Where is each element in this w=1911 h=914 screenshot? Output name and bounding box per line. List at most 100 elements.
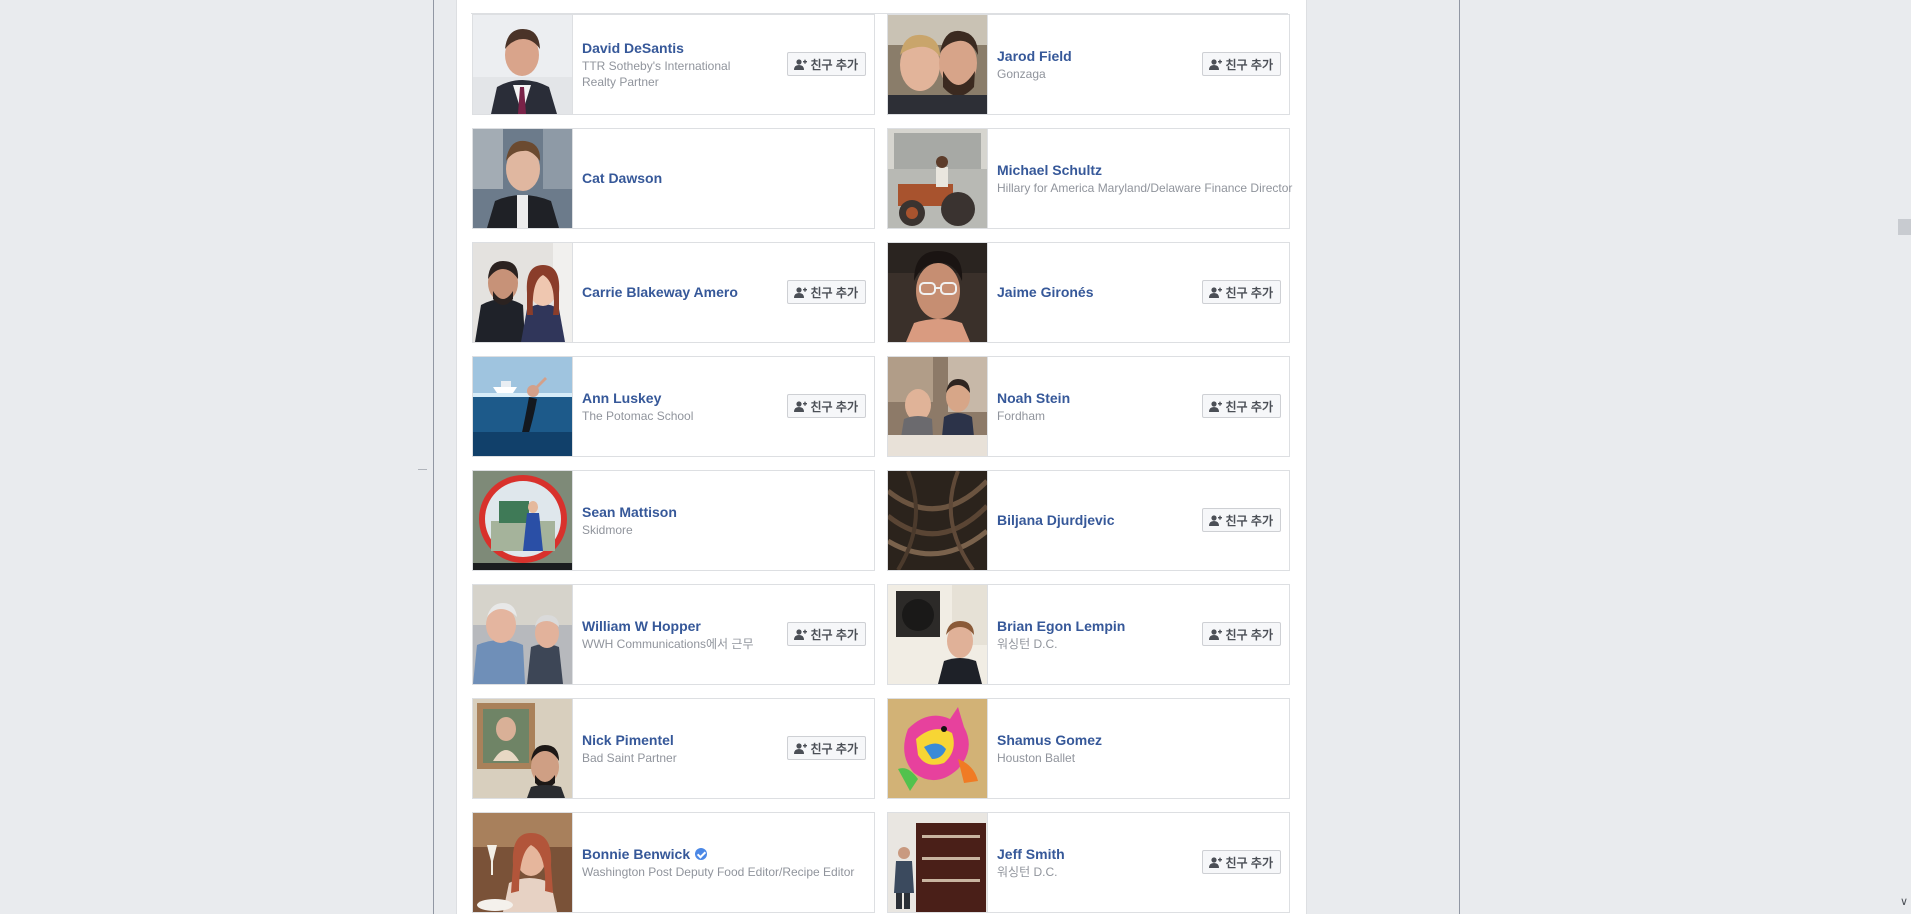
friend-name-link[interactable]: Biljana Djurdjevic xyxy=(997,512,1114,529)
add-friend-button[interactable]: 친구 추가 xyxy=(786,622,866,646)
add-friend-button[interactable]: 친구 추가 xyxy=(1201,622,1281,646)
friend-info: Sean Mattison Skidmore xyxy=(582,471,864,570)
add-friend-icon xyxy=(1208,400,1222,412)
friend-name-row: Shamus Gomez xyxy=(997,732,1279,749)
profile-photo[interactable] xyxy=(473,357,573,456)
profile-photo[interactable] xyxy=(473,699,573,798)
friend-name-link[interactable]: Jarod Field xyxy=(997,48,1072,65)
profile-photo[interactable] xyxy=(888,243,988,342)
profile-photo[interactable] xyxy=(473,15,573,114)
friend-card: Bonnie Benwick Washington Post Deputy Foo… xyxy=(472,812,875,913)
friend-name-link[interactable]: Shamus Gomez xyxy=(997,732,1102,749)
profile-photo[interactable] xyxy=(888,357,988,456)
profile-photo[interactable] xyxy=(473,813,573,912)
friend-card: Cat Dawson xyxy=(472,128,875,229)
profile-photo[interactable] xyxy=(473,129,573,228)
profile-photo-image xyxy=(888,243,987,342)
friend-info: William W Hopper WWH Communications에서 근무 xyxy=(582,585,764,684)
add-friend-button[interactable]: 친구 추가 xyxy=(1201,280,1281,304)
friend-card: Nick Pimentel Bad Saint Partner 친구 추가 xyxy=(472,698,875,799)
friend-name-row: Sean Mattison xyxy=(582,504,864,521)
friend-name-row: William W Hopper xyxy=(582,618,764,635)
friend-info: David DeSantis TTR Sotheby's Internationa… xyxy=(582,15,764,114)
friend-name-link[interactable]: William W Hopper xyxy=(582,618,701,635)
profile-photo[interactable] xyxy=(888,129,988,228)
profile-photo[interactable] xyxy=(888,471,988,570)
profile-photo-image xyxy=(473,15,572,114)
profile-photo-image xyxy=(888,699,987,798)
profile-photo-image xyxy=(888,585,987,684)
profile-photo-image xyxy=(888,471,987,570)
profile-photo-image xyxy=(473,357,572,456)
profile-photo-image xyxy=(473,813,572,912)
friend-card: Carrie Blakeway Amero 친구 추가 xyxy=(472,242,875,343)
add-friend-button[interactable]: 친구 추가 xyxy=(1201,394,1281,418)
add-friend-button[interactable]: 친구 추가 xyxy=(1201,508,1281,532)
profile-photo[interactable] xyxy=(888,699,988,798)
friend-info: Nick Pimentel Bad Saint Partner xyxy=(582,699,764,798)
friend-name-row: Jeff Smith xyxy=(997,846,1179,863)
profile-photo[interactable] xyxy=(888,813,988,912)
add-friend-icon xyxy=(793,628,807,640)
profile-photo[interactable] xyxy=(473,471,573,570)
friend-card: Sean Mattison Skidmore xyxy=(472,470,875,571)
friend-name-link[interactable]: Bonnie Benwick xyxy=(582,846,690,863)
friend-name-link[interactable]: Ann Luskey xyxy=(582,390,661,407)
friend-subtitle: 워싱턴 D.C. xyxy=(997,864,1058,879)
scroll-down-arrow-icon[interactable]: ∨ xyxy=(1900,896,1908,908)
add-friend-icon xyxy=(1208,58,1222,70)
profile-photo[interactable] xyxy=(888,15,988,114)
add-friend-label: 친구 추가 xyxy=(1225,627,1274,642)
friend-info: Jarod Field Gonzaga xyxy=(997,15,1179,114)
add-friend-button[interactable]: 친구 추가 xyxy=(786,52,866,76)
add-friend-button[interactable]: 친구 추가 xyxy=(1201,52,1281,76)
gutter-marker xyxy=(418,469,427,470)
friend-name-link[interactable]: Nick Pimentel xyxy=(582,732,674,749)
add-friend-label: 친구 추가 xyxy=(1225,855,1274,870)
friend-info: Jeff Smith 워싱턴 D.C. xyxy=(997,813,1179,912)
friend-subtitle: TTR Sotheby's International Realty Partn… xyxy=(582,58,731,89)
add-friend-icon xyxy=(1208,856,1222,868)
friend-subtitle: Gonzaga xyxy=(997,66,1046,81)
friend-name-link[interactable]: Carrie Blakeway Amero xyxy=(582,284,738,301)
friend-info: Shamus Gomez Houston Ballet xyxy=(997,699,1279,798)
add-friend-button[interactable]: 친구 추가 xyxy=(786,280,866,304)
profile-photo[interactable] xyxy=(473,585,573,684)
profile-photo[interactable] xyxy=(888,585,988,684)
add-friend-label: 친구 추가 xyxy=(810,399,859,414)
friend-name-link[interactable]: Michael Schultz xyxy=(997,162,1102,179)
profile-photo-image xyxy=(888,357,987,456)
add-friend-icon xyxy=(1208,514,1222,526)
friend-name-link[interactable]: Jeff Smith xyxy=(997,846,1065,863)
add-friend-icon xyxy=(793,400,807,412)
friend-name-link[interactable]: Cat Dawson xyxy=(582,170,662,187)
friend-name-row: Biljana Djurdjevic xyxy=(997,512,1179,529)
profile-photo[interactable] xyxy=(473,243,573,342)
friend-name-row: Jaime Gironés xyxy=(997,284,1179,301)
friend-info: Cat Dawson xyxy=(582,129,864,228)
add-friend-button[interactable]: 친구 추가 xyxy=(1201,850,1281,874)
add-friend-button[interactable]: 친구 추가 xyxy=(786,394,866,418)
friend-subtitle: WWH Communications에서 근무 xyxy=(582,636,754,651)
add-friend-button[interactable]: 친구 추가 xyxy=(786,736,866,760)
add-friend-icon xyxy=(793,286,807,298)
friend-subtitle: Bad Saint Partner xyxy=(582,750,677,765)
friend-name-link[interactable]: Jaime Gironés xyxy=(997,284,1094,301)
friend-card: Jeff Smith 워싱턴 D.C. 친구 추가 xyxy=(887,812,1290,913)
profile-photo-image xyxy=(473,585,572,684)
friend-card: Brian Egon Lempin 워싱턴 D.C. 친구 추가 xyxy=(887,584,1290,685)
friend-card: Biljana Djurdjevic 친구 추가 xyxy=(887,470,1290,571)
scrollbar-thumb[interactable] xyxy=(1898,219,1911,235)
add-friend-label: 친구 추가 xyxy=(810,285,859,300)
add-friend-label: 친구 추가 xyxy=(810,57,859,72)
friend-name-row: Bonnie Benwick xyxy=(582,846,864,863)
verified-badge-icon xyxy=(695,848,708,860)
friend-name-link[interactable]: Noah Stein xyxy=(997,390,1070,407)
profile-photo-image xyxy=(473,243,572,342)
friend-subtitle: Houston Ballet xyxy=(997,750,1076,765)
friend-name-link[interactable]: David DeSantis xyxy=(582,40,684,57)
friend-name-link[interactable]: Brian Egon Lempin xyxy=(997,618,1125,635)
friend-info: Carrie Blakeway Amero xyxy=(582,243,764,342)
friend-name-link[interactable]: Sean Mattison xyxy=(582,504,677,521)
friend-info: Bonnie Benwick Washington Post Deputy Foo… xyxy=(582,813,864,912)
